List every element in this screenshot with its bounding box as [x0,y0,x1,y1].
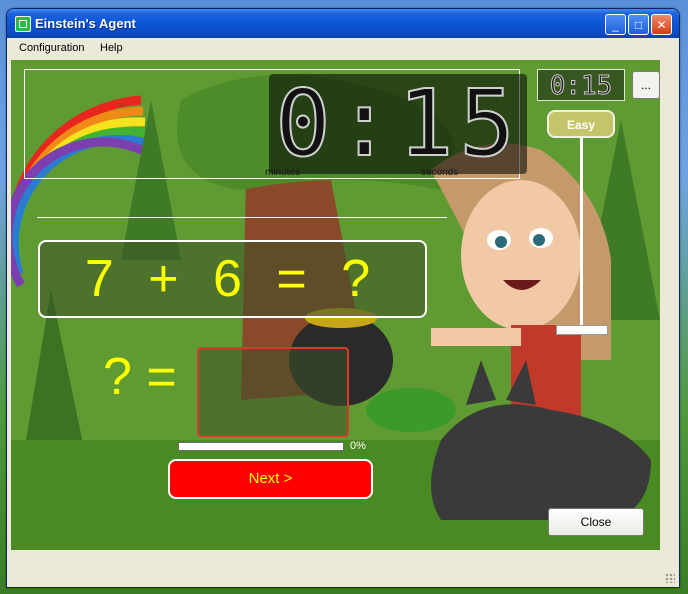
answer-input[interactable] [197,347,349,437]
progress-percent-label: 0% [350,440,366,452]
settings-ellipsis-button[interactable]: ... [632,71,660,99]
close-window-button[interactable]: ✕ [651,14,672,35]
small-timer-display: 0:15 [537,69,625,102]
separator-line [37,217,447,218]
status-bar [7,555,679,587]
large-timer-display: 0:15 [269,73,527,175]
menu-configuration[interactable]: Configuration [19,42,84,54]
question-text: 7 + 6 = ? [84,250,381,308]
menu-bar: Configuration Help [7,38,679,58]
minimize-button[interactable]: _ [605,14,626,35]
title-bar[interactable]: Einstein's Agent _ □ ✕ [7,9,679,38]
next-button[interactable]: Next > [168,459,373,499]
difficulty-label: Easy [547,110,615,138]
difficulty-slider-track[interactable] [580,138,583,334]
app-window: Einstein's Agent _ □ ✕ Configuration Hel… [6,8,680,588]
game-scene: 0:15 minutes seconds 0:15 ... Easy 7 + 6… [11,60,660,550]
app-icon [15,16,31,32]
resize-grip-icon[interactable] [665,573,675,583]
progress-bar [178,442,344,451]
close-button[interactable]: Close [548,508,644,536]
difficulty-slider-thumb[interactable] [556,325,608,336]
window-title: Einstein's Agent [35,16,136,31]
menu-help[interactable]: Help [100,42,123,54]
minutes-label: minutes [265,167,301,178]
question-panel: 7 + 6 = ? [38,240,427,318]
answer-label: ? = [103,348,177,406]
seconds-label: seconds [421,167,459,178]
maximize-button[interactable]: □ [628,14,649,35]
